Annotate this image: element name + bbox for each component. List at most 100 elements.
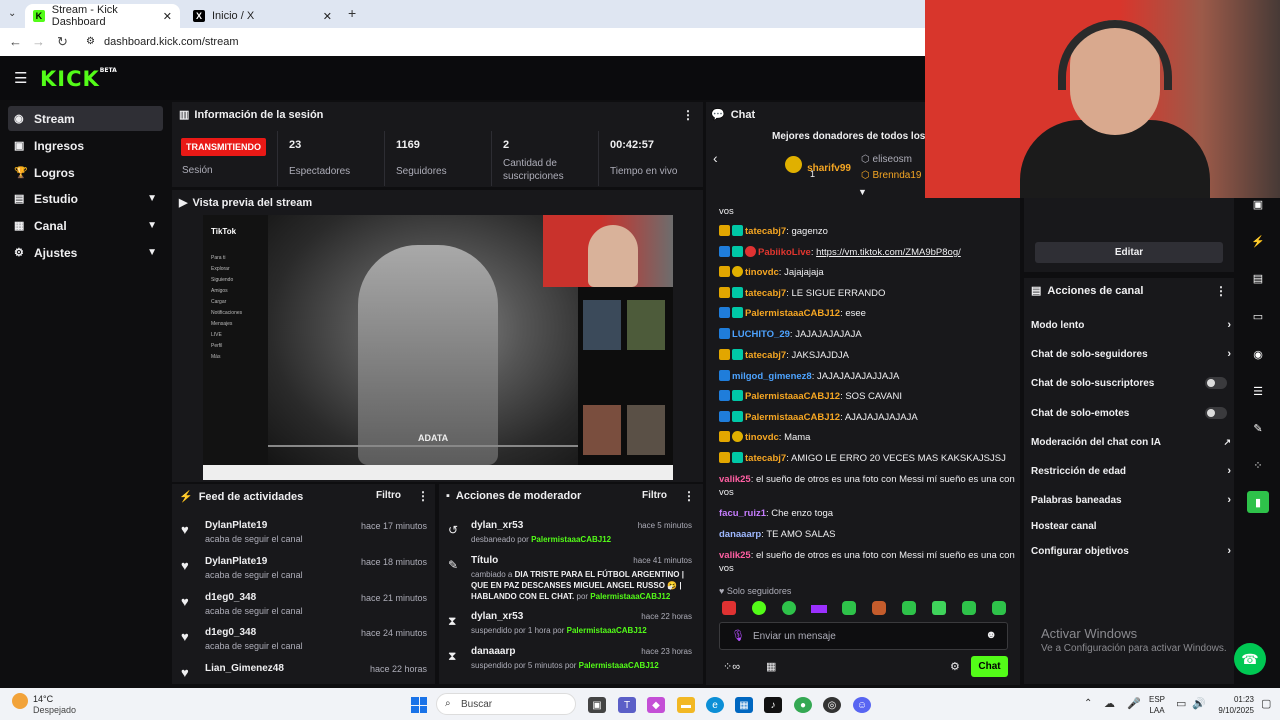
tray-chevron-icon[interactable]: ⌃ — [1084, 698, 1092, 709]
chat-link[interactable]: https://vm.tiktok.com/ZMA9bP8og/ — [816, 247, 961, 258]
rail-wrench-icon[interactable]: ✎ — [1247, 417, 1269, 439]
chat-username[interactable]: PalermistaaaCABJ12 — [745, 412, 840, 423]
edge-icon[interactable]: e — [706, 697, 724, 713]
chat-tools-icon[interactable]: ⁘∞ — [723, 660, 740, 673]
chat-username[interactable]: tatecabj7 — [745, 226, 786, 237]
donor-second[interactable]: ⬡ eliseosm — [861, 154, 912, 165]
chat-username[interactable]: facu_ruiz1 — [719, 508, 766, 519]
sidebar-item-stream[interactable]: ◉ Stream — [8, 106, 163, 131]
network-icon[interactable]: ▭ — [1176, 697, 1186, 710]
discord-icon[interactable]: ☺ — [853, 697, 871, 713]
support-button[interactable]: ☎ — [1234, 643, 1266, 675]
chat-username[interactable]: danaaarp — [719, 529, 761, 540]
weather-desc[interactable]: Despejado — [33, 705, 76, 715]
url-field[interactable]: dashboard.kick.com/stream — [104, 36, 239, 48]
mod-actor[interactable]: PalermistaaaCABJ12 — [567, 626, 647, 635]
close-tab-icon[interactable]: ✕ — [323, 10, 332, 23]
emote-icon[interactable] — [811, 605, 827, 613]
mod-actor[interactable]: PalermistaaaCABJ12 — [531, 535, 611, 544]
action-solo-suscriptores[interactable]: Chat de solo-suscriptores — [1031, 375, 1231, 391]
emote-icon[interactable] — [722, 601, 736, 615]
chat-username[interactable]: valik25 — [719, 474, 751, 485]
mic-icon[interactable]: 🎙 — [731, 629, 745, 642]
tab-inicio-x[interactable]: X Inicio / X ✕ — [185, 4, 340, 28]
chat-username[interactable]: PalermistaaaCABJ12 — [745, 391, 840, 402]
chat-username[interactable]: tinovdc — [745, 432, 779, 443]
store-icon[interactable]: ▦ — [766, 660, 776, 673]
sidebar-item-logros[interactable]: 🏆 Logros — [8, 160, 163, 185]
donor-first[interactable]: sharifv99 1 — [785, 156, 851, 179]
more-options-icon[interactable]: ⋮ — [682, 108, 694, 122]
emote-icon[interactable] — [992, 601, 1006, 615]
donor-third[interactable]: ⬡ Brennda19 — [861, 170, 921, 181]
mod-user[interactable]: danaaarp — [471, 646, 515, 657]
rail-chat-icon[interactable]: ▭ — [1247, 305, 1269, 327]
mod-actor[interactable]: PalermistaaaCABJ12 — [579, 661, 659, 670]
copilot-icon[interactable]: ◆ — [647, 697, 665, 713]
chat-send-button[interactable]: Chat — [971, 656, 1008, 677]
rail-notes-icon[interactable]: ▤ — [1247, 267, 1269, 289]
chevron-left-icon[interactable]: ‹ — [713, 150, 718, 166]
obs-icon[interactable]: ◎ — [823, 697, 841, 713]
chat-input[interactable]: 🎙 Enviar un mensaje ☻ — [719, 622, 1008, 650]
rail-lightning-icon[interactable]: ⚡ — [1247, 230, 1269, 252]
weather-icon[interactable] — [12, 693, 28, 709]
chat-username[interactable]: tatecabj7 — [745, 288, 786, 299]
collapse-icon[interactable]: ▼ — [858, 187, 867, 197]
sidebar-item-canal[interactable]: ▦ Canal ▼ — [8, 213, 163, 238]
sidebar-item-ajustes[interactable]: ⚙ Ajustes ▼ — [8, 240, 163, 265]
emote-icon[interactable] — [872, 601, 886, 615]
emote-icon[interactable] — [932, 601, 946, 615]
chat-username[interactable]: LUCHITO_29 — [732, 329, 790, 340]
toggle-switch[interactable] — [1205, 377, 1227, 389]
sidebar-item-estudio[interactable]: ▤ Estudio ▼ — [8, 186, 163, 211]
emote-icon[interactable] — [842, 601, 856, 615]
back-icon[interactable]: ← — [9, 34, 22, 49]
close-tab-icon[interactable]: ✕ — [163, 10, 172, 23]
tab-list-chevron-icon[interactable]: ⌄ — [8, 8, 16, 19]
reload-icon[interactable]: ↻ — [57, 34, 68, 50]
file-explorer-icon[interactable]: ▬ — [677, 697, 695, 713]
language-indicator[interactable]: ESP LAA — [1149, 694, 1165, 716]
action-modo-lento[interactable]: Modo lento › — [1031, 317, 1231, 333]
mod-user[interactable]: dylan_xr53 — [471, 520, 523, 531]
rail-layout-icon[interactable]: ☰ — [1247, 380, 1269, 402]
toggle-switch[interactable] — [1205, 407, 1227, 419]
more-options-icon[interactable]: ⋮ — [1215, 284, 1227, 298]
more-options-icon[interactable]: ⋮ — [683, 489, 695, 503]
onedrive-icon[interactable]: ☁ — [1104, 697, 1115, 710]
chat-username[interactable]: tatecabj7 — [745, 350, 786, 361]
forward-icon[interactable]: → — [32, 34, 45, 49]
mod-actor[interactable]: PalermistaaaCABJ12 — [590, 592, 670, 601]
action-palabras-baneadas[interactable]: Palabras baneadas › — [1031, 492, 1231, 508]
store-app-icon[interactable]: ▦ — [735, 697, 753, 713]
feed-user[interactable]: d1eg0_348 — [205, 592, 256, 603]
chat-username[interactable]: PalermistaaaCABJ12 — [745, 308, 840, 319]
taskbar-search[interactable]: ⌕ Buscar — [436, 693, 576, 715]
emote-icon[interactable] — [752, 601, 766, 615]
chat-username[interactable]: PabiikoLive — [758, 247, 811, 258]
action-hostear-canal[interactable]: Hostear canal — [1031, 518, 1231, 534]
mod-user[interactable]: dylan_xr53 — [471, 611, 523, 622]
feed-user[interactable]: DylanPlate19 — [205, 556, 267, 567]
kick-logo[interactable]: KICKBETA — [40, 67, 117, 91]
rail-people-icon[interactable]: ⁘ — [1247, 454, 1269, 476]
feed-user[interactable]: DylanPlate19 — [205, 520, 267, 531]
rail-broadcast-icon[interactable]: ◉ — [1247, 343, 1269, 365]
menu-icon[interactable]: ☰ — [14, 69, 27, 87]
action-restriccion-edad[interactable]: Restricción de edad › — [1031, 463, 1231, 479]
action-configurar-objetivos[interactable]: Configurar objetivos › — [1031, 543, 1231, 559]
emote-icon[interactable] — [902, 601, 916, 615]
tiktok-app-icon[interactable]: ♪ — [764, 697, 782, 713]
feed-user[interactable]: d1eg0_348 — [205, 627, 256, 638]
chat-username[interactable]: tatecabj7 — [745, 453, 786, 464]
tab-kick-dashboard[interactable]: K Stream - Kick Dashboard ✕ — [25, 4, 180, 28]
feed-user[interactable]: Lian_Gimenez48 — [205, 663, 284, 674]
feed-filter-button[interactable]: Filtro — [376, 490, 401, 501]
weather-temp[interactable]: 14°C — [33, 694, 53, 704]
moderator-filter-button[interactable]: Filtro — [642, 490, 667, 501]
action-solo-seguidores[interactable]: Chat de solo-seguidores › — [1031, 346, 1231, 362]
new-tab-button[interactable]: + — [348, 5, 356, 21]
rail-app-icon[interactable]: ▮ — [1247, 491, 1269, 513]
windows-start-icon[interactable] — [411, 697, 427, 713]
